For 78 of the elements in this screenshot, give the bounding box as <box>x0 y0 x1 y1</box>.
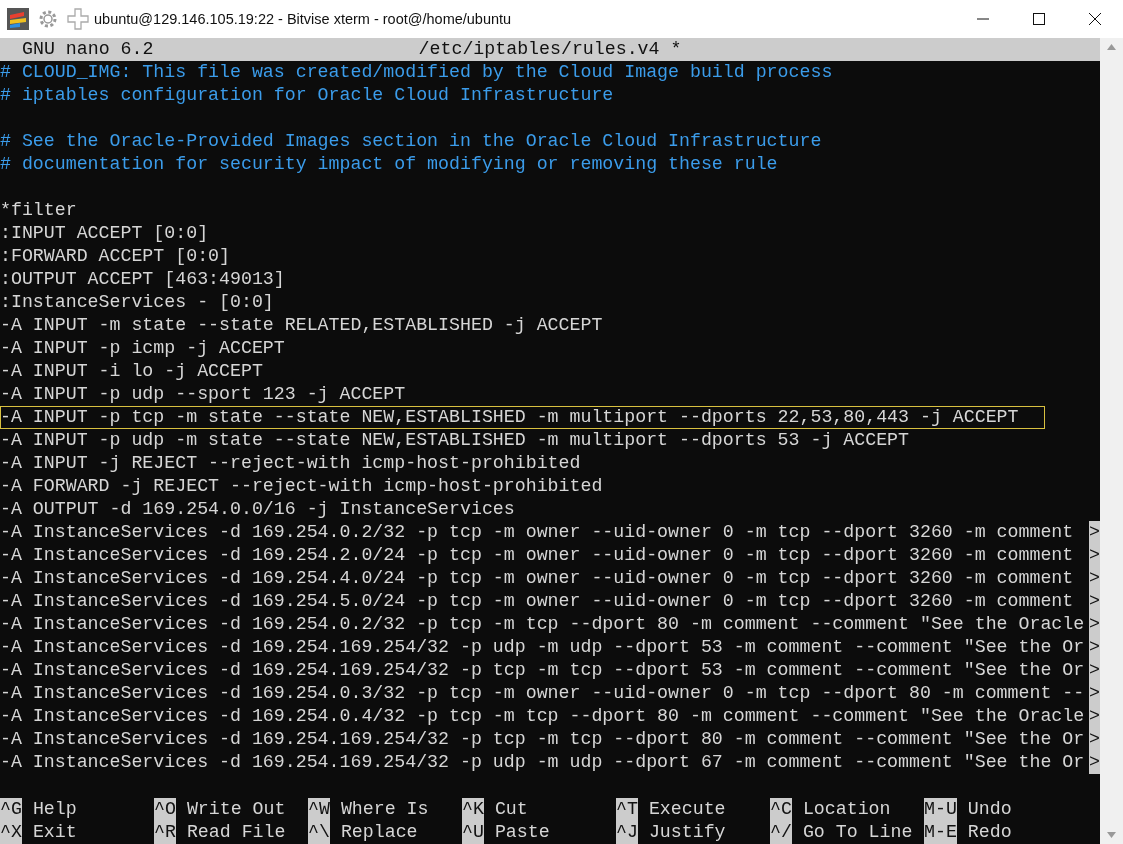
shortcut-label: Replace <box>340 821 418 844</box>
comment-line: # See the Oracle-Provided Images section in the Oracle Cloud Infrastructure <box>0 130 822 153</box>
scrollbar[interactable] <box>1100 38 1123 844</box>
code-line: -A InstanceServices -d 169.254.0.3/32 -p tcp -m owner --uid-owner 0 -m tcp --dport 80 -m comment -- <box>0 682 1085 705</box>
shortcut-key: ^U <box>462 821 484 844</box>
overflow-marker: > <box>1089 636 1100 659</box>
scroll-up-icon[interactable] <box>1107 44 1116 50</box>
shortcut-key: ^O <box>154 798 176 821</box>
comment-line: # CLOUD_IMG: This file was created/modified by the Cloud Image build process <box>0 61 833 84</box>
shortcut-key: ^G <box>0 798 22 821</box>
code-line: :FORWARD ACCEPT [0:0] <box>0 245 230 268</box>
shortcut-label: Execute <box>648 798 726 821</box>
code-line: -A InstanceServices -d 169.254.0.2/32 -p tcp -m owner --uid-owner 0 -m tcp --dport 3260 -m comment <box>0 521 1074 544</box>
shortcut-label: Justify <box>648 821 726 844</box>
overflow-marker: > <box>1089 590 1100 613</box>
overflow-marker: > <box>1089 728 1100 751</box>
shortcut-key: M-U <box>924 798 957 821</box>
shortcut-key: M-E <box>924 821 957 844</box>
editor-version: GNU nano 6.2 <box>21 38 155 61</box>
overflow-marker: > <box>1089 751 1100 774</box>
overflow-marker: > <box>1089 705 1100 728</box>
code-line: -A InstanceServices -d 169.254.5.0/24 -p tcp -m owner --uid-owner 0 -m tcp --dport 3260 -m comment <box>0 590 1074 613</box>
shortcut-key: ^W <box>308 798 330 821</box>
app-icon <box>6 7 30 31</box>
plus-icon[interactable] <box>66 7 90 31</box>
shortcut-label: Paste <box>494 821 550 844</box>
code-line: -A InstanceServices -d 169.254.169.254/32 -p udp -m udp --dport 53 -m comment --comment "See the Or <box>0 636 1085 659</box>
shortcut-key: ^/ <box>770 821 792 844</box>
window-title: ubuntu@129.146.105.19:22 - Bitvise xterm - root@/home/ubuntu <box>94 11 512 27</box>
code-line: -A OUTPUT -d 169.254.0.0/16 -j InstanceServices <box>0 498 515 521</box>
code-line: :OUTPUT ACCEPT [463:49013] <box>0 268 285 291</box>
shortcut-label: Location <box>802 798 891 821</box>
code-line: :INPUT ACCEPT [0:0] <box>0 222 209 245</box>
shortcut-label: Undo <box>967 798 1012 821</box>
shortcut-label: Exit <box>32 821 77 844</box>
shortcut-label: Redo <box>967 821 1012 844</box>
comment-line: # documentation for security impact of modifying or removing these rule <box>0 153 778 176</box>
overflow-marker: > <box>1089 613 1100 636</box>
scroll-down-icon[interactable] <box>1107 832 1116 838</box>
shortcut-label: Read File <box>186 821 286 844</box>
shortcut-label: Where Is <box>340 798 429 821</box>
highlighted-code-line: -A INPUT -p tcp -m state --state NEW,ESTABLISHED -m multiport --dports 22,53,80,443 -j ACCEPT <box>0 406 1045 429</box>
overflow-marker: > <box>1089 659 1100 682</box>
shortcut-label: Cut <box>494 798 528 821</box>
code-line: -A FORWARD -j REJECT --reject-with icmp-host-prohibited <box>0 475 603 498</box>
shortcut-label: Write Out <box>186 798 286 821</box>
shortcut-key: ^\ <box>308 821 330 844</box>
shortcut-key: ^J <box>616 821 638 844</box>
code-line: -A INPUT -p udp -m state --state NEW,ESTABLISHED -m multiport --dports 53 -j ACCEPT <box>0 429 909 452</box>
code-line: -A InstanceServices -d 169.254.169.254/32 -p tcp -m tcp --dport 80 -m comment --comment "See the Or <box>0 728 1085 751</box>
code-line: *filter <box>0 199 77 222</box>
code-line: -A InstanceServices -d 169.254.4.0/24 -p tcp -m owner --uid-owner 0 -m tcp --dport 3260 -m comment <box>0 567 1074 590</box>
overflow-marker: > <box>1089 521 1100 544</box>
overflow-marker: > <box>1089 682 1100 705</box>
code-line: -A INPUT -i lo -j ACCEPT <box>0 360 263 383</box>
code-line: -A INPUT -m state --state RELATED,ESTABLISHED -j ACCEPT <box>0 314 603 337</box>
code-line: -A INPUT -j REJECT --reject-with icmp-host-prohibited <box>0 452 581 475</box>
code-line: -A InstanceServices -d 169.254.2.0/24 -p tcp -m owner --uid-owner 0 -m tcp --dport 3260 -m comment <box>0 544 1074 567</box>
code-line: -A INPUT -p icmp -j ACCEPT <box>0 337 285 360</box>
code-line: -A InstanceServices -d 169.254.0.4/32 -p tcp -m tcp --dport 80 -m comment --comment "See the Oracle <box>0 705 1085 728</box>
shortcut-label: Help <box>32 798 77 821</box>
comment-line: # iptables configuration for Oracle Cloud Infrastructure <box>0 84 614 107</box>
overflow-marker: > <box>1089 567 1100 590</box>
shortcut-key: ^T <box>616 798 638 821</box>
shortcut-label: Go To Line <box>802 821 913 844</box>
code-line: -A InstanceServices -d 169.254.169.254/32 -p tcp -m tcp --dport 53 -m comment --comment "See the Or <box>0 659 1085 682</box>
file-name: /etc/iptables/rules.v4 * <box>418 38 682 61</box>
code-line: -A InstanceServices -d 169.254.169.254/32 -p udp -m udp --dport 67 -m comment --comment "See the Or <box>0 751 1085 774</box>
shortcut-key: ^C <box>770 798 792 821</box>
code-line: :InstanceServices - [0:0] <box>0 291 274 314</box>
code-line: -A INPUT -p udp --sport 123 -j ACCEPT <box>0 383 406 406</box>
shortcut-key: ^X <box>0 821 22 844</box>
shortcut-key: ^K <box>462 798 484 821</box>
close-icon <box>1089 13 1101 25</box>
code-line: -A InstanceServices -d 169.254.0.2/32 -p tcp -m tcp --dport 80 -m comment --comment "See the Oracle <box>0 613 1085 636</box>
maximize-icon <box>1033 13 1045 25</box>
overflow-marker: > <box>1089 544 1100 567</box>
shortcut-key: ^R <box>154 821 176 844</box>
